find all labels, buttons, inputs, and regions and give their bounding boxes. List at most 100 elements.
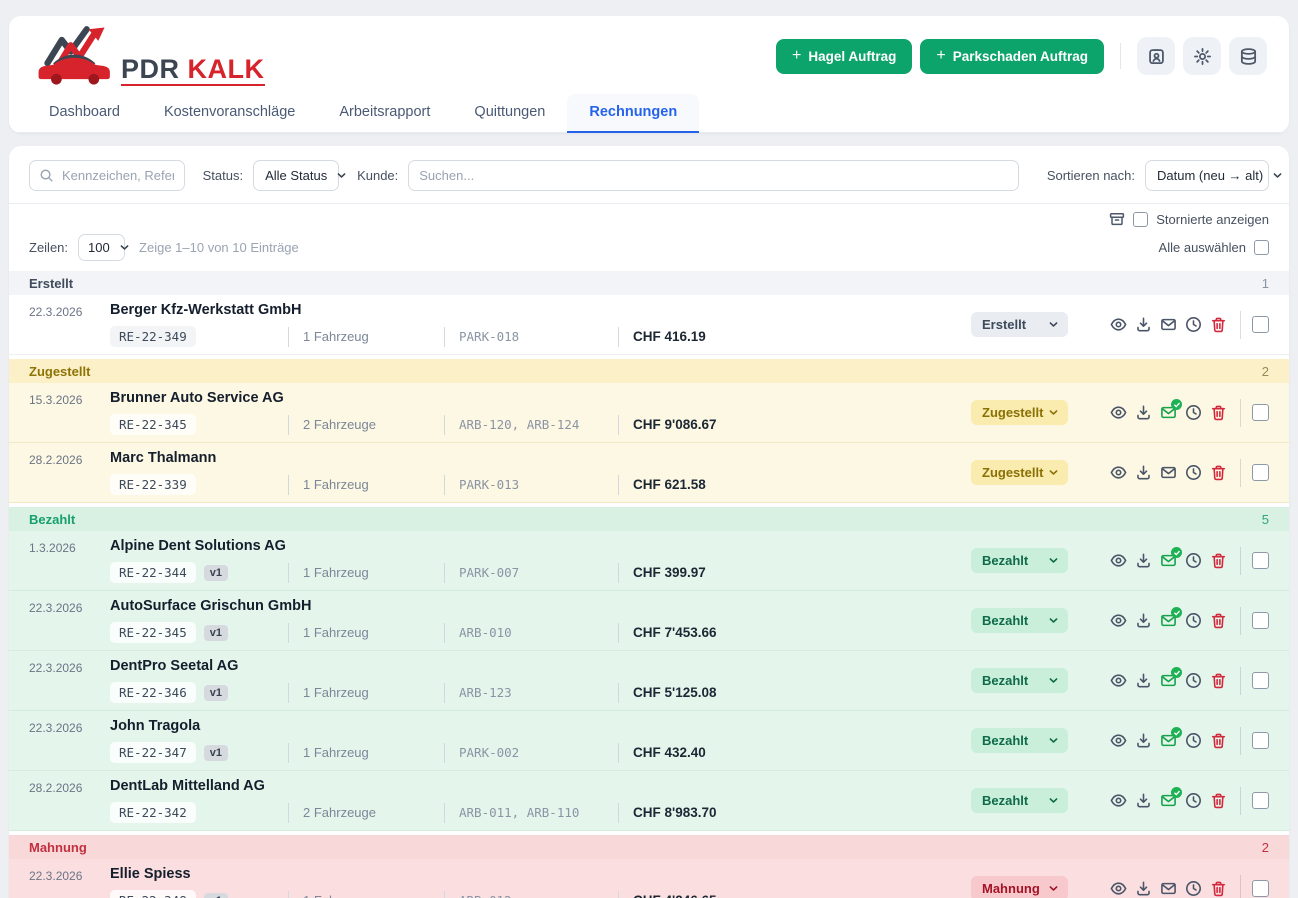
settings-button[interactable]: [1183, 37, 1221, 75]
delete-button[interactable]: [1210, 612, 1227, 629]
invoice-row[interactable]: 28.2.2026 Marc Thalmann RE-22-339 1 Fahrzeu…: [9, 443, 1289, 503]
delete-button[interactable]: [1210, 316, 1227, 333]
row-checkbox[interactable]: [1252, 612, 1269, 629]
send-mail-button[interactable]: [1160, 399, 1182, 421]
history-button[interactable]: [1185, 880, 1202, 897]
delete-button[interactable]: [1210, 792, 1227, 809]
row-checkbox[interactable]: [1252, 316, 1269, 333]
history-button[interactable]: [1185, 732, 1202, 749]
view-button[interactable]: [1110, 880, 1127, 897]
row-checkbox[interactable]: [1252, 880, 1269, 897]
app-logo[interactable]: PDR KALK: [35, 26, 265, 86]
delete-button[interactable]: [1210, 404, 1227, 421]
download-button[interactable]: [1135, 732, 1152, 749]
invoice-row[interactable]: 22.3.2026 DentPro Seetal AG RE-22-346 v1 1 F…: [9, 651, 1289, 711]
delete-button[interactable]: [1210, 464, 1227, 481]
view-button[interactable]: [1110, 672, 1127, 689]
invoice-main: DentLab Mittelland AG RE-22-342 2 Fahrzeug…: [110, 771, 971, 830]
download-button[interactable]: [1135, 464, 1152, 481]
view-button[interactable]: [1110, 464, 1127, 481]
version-badge: v1: [203, 744, 228, 761]
status-select[interactable]: Mahnung: [971, 876, 1068, 898]
invoice-row[interactable]: 1.3.2026 Alpine Dent Solutions AG RE-22-34…: [9, 531, 1289, 591]
download-button[interactable]: [1135, 316, 1152, 333]
invoice-row[interactable]: 28.2.2026 DentLab Mittelland AG RE-22-342 2…: [9, 771, 1289, 831]
tab-kostenvoranschlaege[interactable]: Kostenvoranschläge: [142, 94, 317, 133]
send-mail-button[interactable]: [1160, 464, 1177, 481]
tab-arbeitsrapport[interactable]: Arbeitsrapport: [317, 94, 452, 133]
archive-icon: [1110, 213, 1125, 226]
view-button[interactable]: [1110, 792, 1127, 809]
send-mail-button[interactable]: [1160, 787, 1182, 809]
download-button[interactable]: [1135, 612, 1152, 629]
view-button[interactable]: [1110, 732, 1127, 749]
invoice-row[interactable]: 22.3.2026 AutoSurface Grischun GmbH RE-22-…: [9, 591, 1289, 651]
version-badge: v1: [203, 624, 228, 641]
tab-dashboard[interactable]: Dashboard: [27, 94, 142, 133]
tab-rechnungen[interactable]: Rechnungen: [567, 94, 700, 133]
status-select[interactable]: Bezahlt: [971, 728, 1068, 753]
contacts-button[interactable]: [1137, 37, 1175, 75]
status-select[interactable]: Bezahlt: [971, 548, 1068, 573]
history-button[interactable]: [1185, 612, 1202, 629]
kunde-search-input[interactable]: [408, 160, 1019, 191]
send-mail-button[interactable]: [1160, 607, 1182, 629]
row-checkbox[interactable]: [1252, 732, 1269, 749]
delete-button[interactable]: [1210, 552, 1227, 569]
view-button[interactable]: [1110, 316, 1127, 333]
status-select[interactable]: Zugestellt: [971, 400, 1068, 425]
history-button[interactable]: [1185, 464, 1202, 481]
delete-trash-icon: [1211, 881, 1226, 897]
history-button[interactable]: [1185, 672, 1202, 689]
download-button[interactable]: [1135, 404, 1152, 421]
header-card: PDR KALK + Hagel Auftrag + Parkschaden A…: [9, 16, 1289, 133]
invoice-row[interactable]: 15.3.2026 Brunner Auto Service AG RE-22-34…: [9, 383, 1289, 443]
status-filter-select[interactable]: Alle Status: [253, 160, 346, 191]
status-select[interactable]: Zugestellt: [971, 460, 1068, 485]
history-button[interactable]: [1185, 552, 1202, 569]
row-checkbox[interactable]: [1252, 552, 1269, 569]
status-select[interactable]: Bezahlt: [971, 668, 1068, 693]
delete-button[interactable]: [1210, 672, 1227, 689]
send-mail-button[interactable]: [1160, 727, 1182, 749]
status-select[interactable]: Erstellt: [971, 312, 1068, 337]
row-checkbox[interactable]: [1252, 672, 1269, 689]
view-button[interactable]: [1110, 404, 1127, 421]
invoice-ref-badge: RE-22-348: [110, 890, 196, 898]
history-button[interactable]: [1185, 404, 1202, 421]
status-select[interactable]: Bezahlt: [971, 608, 1068, 633]
row-checkbox[interactable]: [1252, 464, 1269, 481]
download-button[interactable]: [1135, 792, 1152, 809]
history-button[interactable]: [1185, 316, 1202, 333]
download-button[interactable]: [1135, 672, 1152, 689]
data-button[interactable]: [1229, 37, 1267, 75]
invoice-row[interactable]: 22.3.2026 Ellie Spiess RE-22-348 v1 1 Fahrze…: [9, 859, 1289, 898]
view-button[interactable]: [1110, 552, 1127, 569]
delete-button[interactable]: [1210, 732, 1227, 749]
rows-per-page-select[interactable]: 100: [78, 234, 129, 261]
stornierte-checkbox[interactable]: [1133, 211, 1149, 227]
send-mail-button[interactable]: [1160, 667, 1182, 689]
group-header-erstellt: Erstellt 1: [9, 271, 1289, 295]
send-mail-button[interactable]: [1160, 316, 1177, 333]
hagel-auftrag-button[interactable]: + Hagel Auftrag: [776, 38, 913, 74]
view-button[interactable]: [1110, 612, 1127, 629]
select-all-checkbox[interactable]: [1254, 240, 1269, 255]
send-mail-button[interactable]: [1160, 880, 1177, 897]
invoice-row[interactable]: 22.3.2026 John Tragola RE-22-347 v1 1 Fahrze…: [9, 711, 1289, 771]
send-mail-button[interactable]: [1160, 547, 1182, 569]
status-select[interactable]: Bezahlt: [971, 788, 1068, 813]
sort-select[interactable]: Datum (neu → alt): [1145, 160, 1282, 191]
invoice-row[interactable]: 22.3.2026 Berger Kfz-Werkstatt GmbH RE-22-…: [9, 295, 1289, 355]
order-refs: PARK-007: [444, 562, 618, 583]
download-button[interactable]: [1135, 552, 1152, 569]
invoice-main: Ellie Spiess RE-22-348 v1 1 FahrzeugARB-012…: [110, 859, 971, 898]
row-checkbox[interactable]: [1252, 404, 1269, 421]
parkschaden-auftrag-button[interactable]: + Parkschaden Auftrag: [920, 38, 1104, 74]
row-checkbox[interactable]: [1252, 792, 1269, 809]
history-button[interactable]: [1185, 792, 1202, 809]
delete-button[interactable]: [1210, 880, 1227, 897]
download-button[interactable]: [1135, 880, 1152, 897]
group-header-mahnung: Mahnung 2: [9, 835, 1289, 859]
tab-quittungen[interactable]: Quittungen: [452, 94, 567, 133]
